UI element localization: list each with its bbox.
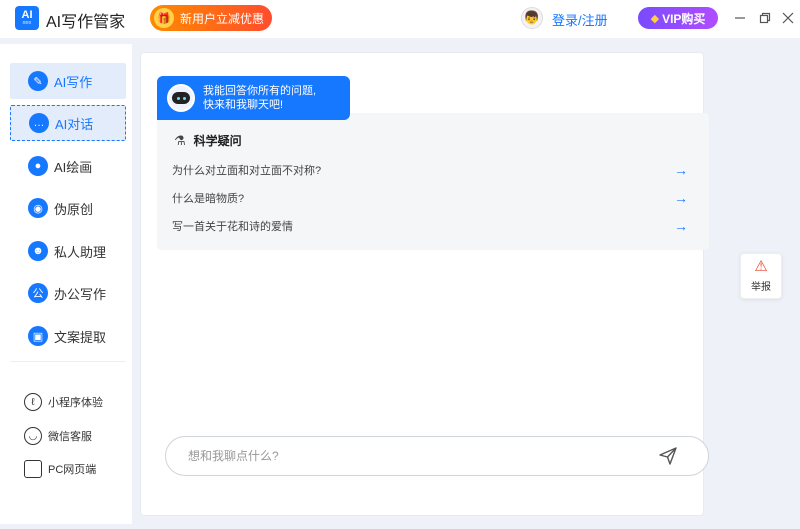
sidebar-item-label: AI对话 xyxy=(55,116,94,132)
pc-web-link[interactable]: PC网页端 xyxy=(24,460,96,478)
suggestion-title: ⚗ 科学疑问 xyxy=(174,132,242,149)
sidebar-item-office-writing[interactable]: 公 办公写作 xyxy=(10,275,126,311)
chat-icon: … xyxy=(29,113,49,133)
robot-avatar-icon xyxy=(167,84,195,112)
suggestion-item[interactable]: 什么是暗物质? → xyxy=(172,188,688,208)
suggestion-text: 什么是暗物质? xyxy=(172,193,245,205)
sidebar-divider xyxy=(10,361,126,362)
arrow-right-icon: → xyxy=(674,162,688,178)
bot-greeting-line: 我能回答你所有的问题, xyxy=(203,85,317,97)
alarm-icon: ⚠ xyxy=(754,258,768,275)
sidebar-item-text-extract[interactable]: ▣ 文案提取 xyxy=(10,318,126,354)
sidebar-item-label: 文案提取 xyxy=(54,329,107,345)
app-title: AI写作管家 xyxy=(46,14,126,31)
sidebar-item-ai-painting[interactable]: ● AI绘画 xyxy=(10,148,126,184)
close-icon[interactable] xyxy=(778,8,798,28)
app-logo-sub: ≡≡≡ xyxy=(22,20,32,26)
chat-input-box xyxy=(165,436,709,476)
sidebar-item-label: AI绘画 xyxy=(54,159,93,175)
minimize-icon[interactable] xyxy=(730,8,750,28)
sidebar-item-label: AI写作 xyxy=(54,74,93,90)
pencil-icon: ✎ xyxy=(28,71,48,91)
sidebar-item-label: 私人助理 xyxy=(54,244,107,260)
sidebar-item-label: 办公写作 xyxy=(54,286,107,302)
suggestion-text: 写一首关于花和诗的爱情 xyxy=(172,221,293,233)
sidebar-item-pseudo-original[interactable]: ◉ 伪原创 xyxy=(10,190,126,226)
report-label: 举报 xyxy=(751,282,771,293)
restore-icon[interactable] xyxy=(755,8,775,28)
sidebar: ✎ AI写作 … AI对话 ● AI绘画 ◉ 伪原创 ☻ 私人助理 公 办公写作… xyxy=(0,44,132,524)
assistant-icon: ☻ xyxy=(28,241,48,261)
side-link-label: PC网页端 xyxy=(48,464,97,476)
sidebar-item-ai-writing[interactable]: ✎ AI写作 xyxy=(10,63,126,99)
diamond-icon: ◆ xyxy=(650,12,660,25)
suggestion-item[interactable]: 写一首关于花和诗的爱情 → xyxy=(172,216,688,236)
promo-label: 新用户立减优惠 xyxy=(180,11,265,26)
vip-purchase-button[interactable]: ◆ VIP购买 xyxy=(638,7,718,29)
bot-greeting-bubble: 我能回答你所有的问题, 快来和我聊天吧! xyxy=(157,76,350,120)
send-button[interactable] xyxy=(648,436,688,476)
side-link-label: 微信客服 xyxy=(48,431,92,443)
bot-greeting-text: 我能回答你所有的问题, 快来和我聊天吧! xyxy=(203,84,316,112)
app-logo: AI ≡≡≡ xyxy=(15,6,39,30)
telescope-icon: ⚗ xyxy=(174,132,186,148)
sidebar-item-label: 伪原创 xyxy=(54,201,94,217)
arrow-right-icon: → xyxy=(674,218,688,234)
mini-program-link[interactable]: ℓ 小程序体验 xyxy=(24,393,103,411)
suggestion-text: 为什么对立面和对立面不对称? xyxy=(172,165,322,177)
title-bar: AI ≡≡≡ AI写作管家 🎁 新用户立减优惠 👦 登录/注册 ◆ VIP购买 xyxy=(0,0,800,38)
suggestion-item[interactable]: 为什么对立面和对立面不对称? → xyxy=(172,160,688,180)
login-register-link[interactable]: 登录/注册 xyxy=(552,10,608,29)
suggestion-card: ⚗ 科学疑问 为什么对立面和对立面不对称? → 什么是暗物质? → 写一首关于花… xyxy=(157,113,709,250)
side-link-label: 小程序体验 xyxy=(48,397,103,409)
user-avatar-icon[interactable]: 👦 xyxy=(521,7,543,29)
wechat-service-link[interactable]: ◡ 微信客服 xyxy=(24,427,92,445)
suggestion-title-text: 科学疑问 xyxy=(193,134,242,148)
chat-input[interactable] xyxy=(188,449,648,463)
report-button[interactable]: ⚠ 举报 xyxy=(740,253,782,299)
palette-icon: ● xyxy=(28,156,48,176)
arrow-right-icon: → xyxy=(674,190,688,206)
wechat-service-icon: ◡ xyxy=(24,427,42,445)
send-icon xyxy=(659,447,677,465)
new-user-promo-button[interactable]: 🎁 新用户立减优惠 xyxy=(150,5,272,31)
chat-panel: ⚗ 科学疑问 为什么对立面和对立面不对称? → 什么是暗物质? → 写一首关于花… xyxy=(140,52,709,516)
sidebar-item-ai-chat[interactable]: … AI对话 xyxy=(10,105,126,141)
app-logo-text: AI xyxy=(21,9,33,21)
mini-program-icon: ℓ xyxy=(24,393,42,411)
vip-label: VIP购买 xyxy=(662,11,706,26)
lightbulb-icon: ◉ xyxy=(28,198,48,218)
sidebar-item-assistant[interactable]: ☻ 私人助理 xyxy=(10,233,126,269)
gift-icon: 🎁 xyxy=(154,8,174,28)
bot-greeting-line: 快来和我聊天吧! xyxy=(203,99,284,111)
pc-web-icon xyxy=(24,460,42,478)
extract-icon: ▣ xyxy=(28,326,48,346)
office-icon: 公 xyxy=(28,283,48,303)
